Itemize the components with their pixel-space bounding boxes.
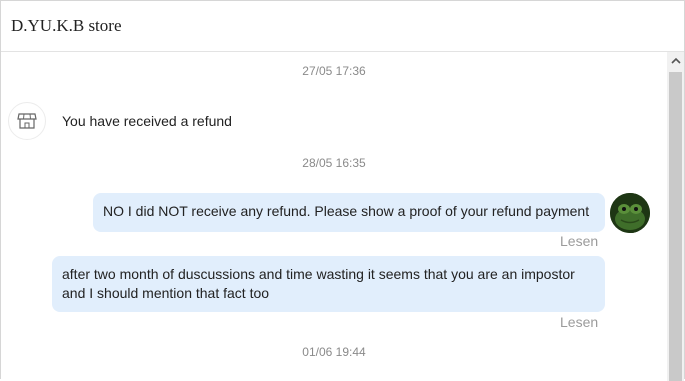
system-message: You have received a refund xyxy=(62,113,232,129)
message-list[interactable]: 27/05 17:36 You have received a refund 2… xyxy=(1,52,667,381)
scrollbar-thumb[interactable] xyxy=(669,72,682,381)
read-status: Lesen xyxy=(560,233,599,249)
timestamp: 28/05 16:35 xyxy=(302,156,366,170)
message-text: NO I did NOT receive any refund. Please … xyxy=(103,203,590,219)
store-avatar[interactable] xyxy=(8,102,46,140)
outgoing-message[interactable]: NO I did NOT receive any refund. Please … xyxy=(93,193,605,232)
store-icon xyxy=(17,113,37,129)
read-status: Lesen xyxy=(560,314,599,330)
timestamp: 27/05 17:36 xyxy=(302,64,366,78)
message-text-line: after two month of duscussions and time … xyxy=(62,266,575,282)
chevron-up-icon xyxy=(670,57,681,64)
store-name[interactable]: D.YU.K.B store xyxy=(11,16,122,36)
frog-avatar-image xyxy=(610,193,650,233)
outgoing-message[interactable]: after two month of duscussions and time … xyxy=(52,256,605,312)
scroll-up-button[interactable] xyxy=(667,52,684,69)
user-avatar[interactable] xyxy=(610,193,650,233)
message-text-line: and I should mention that fact too xyxy=(62,285,270,301)
vertical-scrollbar[interactable] xyxy=(667,52,684,381)
chat-header: D.YU.K.B store xyxy=(1,1,684,52)
chat-window: D.YU.K.B store 27/05 17:36 You have rece… xyxy=(0,0,685,381)
timestamp: 01/06 19:44 xyxy=(302,345,366,359)
